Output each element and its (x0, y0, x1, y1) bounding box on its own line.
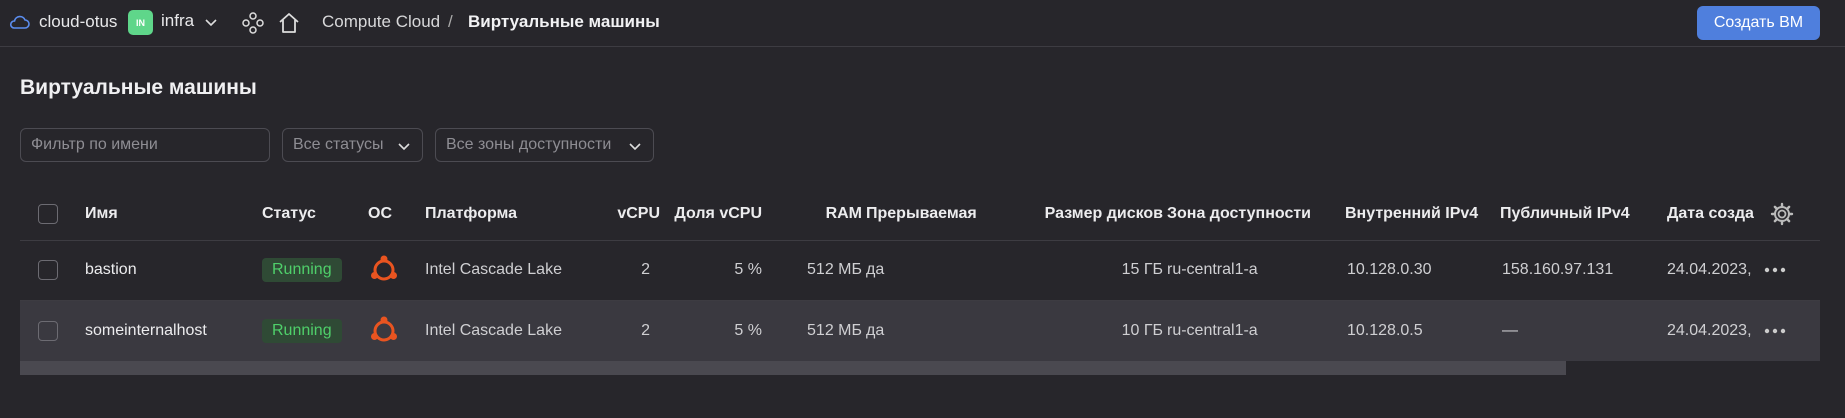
folder-selector[interactable]: infra (161, 11, 194, 31)
status-filter-value: Все статусы (293, 136, 384, 153)
column-header-vcpu[interactable]: vCPU (617, 205, 660, 223)
column-header-disk-size[interactable]: Размер дисков (1045, 205, 1163, 223)
chevron-down-icon[interactable] (202, 13, 220, 31)
vm-internal-ipv4: 10.128.0.5 (1347, 322, 1423, 339)
more-actions-icon[interactable] (1764, 327, 1786, 335)
breadcrumb-compute-cloud[interactable]: Compute Cloud (322, 12, 440, 32)
table-row[interactable]: someinternalhost Running Intel Cascade L… (20, 301, 1820, 361)
column-header-ram[interactable]: RAM (826, 205, 862, 223)
vm-zone: ru-central1-a (1167, 322, 1258, 339)
create-vm-button[interactable]: Создать ВМ (1697, 6, 1820, 40)
column-header-created[interactable]: Дата создания (1667, 205, 1755, 223)
row-checkbox[interactable] (38, 321, 58, 341)
table-header-row: Имя Статус ОС Платформа vCPU Доля vCPU R… (20, 188, 1820, 241)
vm-vcpu: 2 (641, 261, 650, 278)
vm-vcpu-share: 5 % (734, 261, 762, 278)
vm-disk-size: 10 ГБ (1121, 322, 1163, 339)
top-bar: cloud-otus IN infra Compute Cloud / Вирт… (0, 0, 1845, 47)
home-icon[interactable] (276, 10, 302, 36)
name-filter-input[interactable] (20, 128, 270, 162)
breadcrumb-current: Виртуальные машины (468, 12, 660, 31)
status-badge: Running (262, 258, 342, 282)
column-header-internal-ipv4[interactable]: Внутренний IPv4 (1345, 205, 1478, 223)
column-header-name[interactable]: Имя (85, 205, 118, 223)
select-all-checkbox[interactable] (38, 204, 58, 224)
column-header-zone[interactable]: Зона доступности (1167, 205, 1311, 223)
vm-name[interactable]: bastion (85, 261, 137, 279)
column-header-public-ipv4[interactable]: Публичный IPv4 (1500, 205, 1630, 223)
table-row[interactable]: bastion Running Intel Cascade Lake 2 5 %… (20, 240, 1820, 301)
vm-preemptible: да (866, 261, 885, 278)
gear-icon[interactable] (1770, 202, 1794, 226)
page-title: Виртуальные машины (20, 76, 257, 99)
zone-filter-value: Все зоны доступности (446, 136, 612, 153)
folder-badge: IN (128, 10, 153, 35)
vm-vcpu: 2 (641, 322, 650, 339)
row-checkbox[interactable] (38, 260, 58, 280)
column-header-status[interactable]: Статус (262, 205, 316, 223)
vm-internal-ipv4: 10.128.0.30 (1347, 261, 1432, 278)
horizontal-scrollbar-thumb[interactable] (20, 361, 1566, 375)
status-filter-select[interactable]: Все статусы (282, 128, 423, 162)
vm-zone: ru-central1-a (1167, 261, 1258, 278)
vm-disk-size: 15 ГБ (1121, 261, 1163, 278)
vm-vcpu-share: 5 % (734, 322, 762, 339)
vm-platform: Intel Cascade Lake (425, 261, 562, 278)
ubuntu-icon (371, 316, 397, 342)
breadcrumb-separator: / (448, 12, 453, 31)
chevron-down-icon (398, 143, 410, 151)
zone-filter-select[interactable]: Все зоны доступности (435, 128, 654, 162)
vm-ram: 512 МБ (807, 261, 862, 278)
ubuntu-icon (371, 255, 397, 281)
vm-created: 24.04.2023, (1667, 322, 1752, 339)
vm-preemptible: да (866, 322, 885, 339)
column-header-platform[interactable]: Платформа (425, 205, 517, 223)
vm-public-ipv4: — (1502, 322, 1518, 339)
vm-created: 24.04.2023, (1667, 261, 1752, 278)
status-badge: Running (262, 319, 342, 343)
vm-ram: 512 МБ (807, 322, 862, 339)
column-header-vcpu-share[interactable]: Доля vCPU (674, 205, 762, 223)
cloud-icon (9, 15, 30, 29)
column-header-preemptible[interactable]: Прерываемая (866, 205, 977, 223)
vm-public-ipv4: 158.160.97.131 (1502, 261, 1614, 278)
more-actions-icon[interactable] (1764, 266, 1786, 274)
cloud-selector[interactable]: cloud-otus (39, 12, 117, 32)
vm-platform: Intel Cascade Lake (425, 322, 562, 339)
vm-name[interactable]: someinternalhost (85, 322, 207, 340)
services-icon[interactable] (241, 11, 265, 35)
column-header-os[interactable]: ОС (368, 205, 392, 223)
chevron-down-icon (629, 143, 641, 151)
